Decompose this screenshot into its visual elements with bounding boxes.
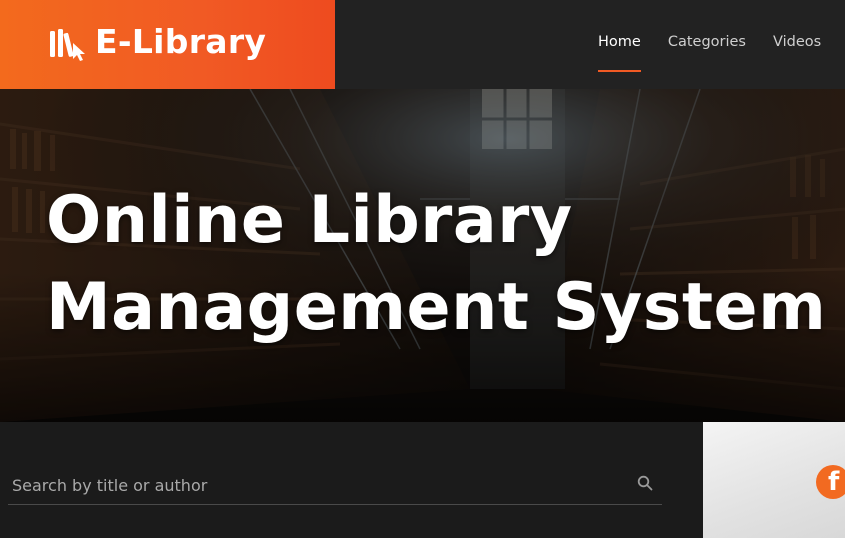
- search-icon[interactable]: [637, 475, 653, 491]
- brand-logo[interactable]: E-Library: [0, 0, 335, 89]
- facebook-icon-letter: f: [828, 467, 840, 497]
- facebook-icon[interactable]: f: [816, 465, 845, 499]
- nav-home[interactable]: Home: [598, 34, 641, 72]
- search-underline: [8, 504, 662, 505]
- hero-title-line-1: Online Library: [46, 183, 573, 258]
- hero-banner: Online Library Management System: [0, 89, 845, 422]
- hero-title: Online Library Management System: [46, 177, 826, 351]
- side-panel: f: [703, 422, 845, 538]
- search-section: [0, 422, 703, 538]
- search-input[interactable]: [10, 472, 634, 498]
- nav-categories[interactable]: Categories: [668, 34, 746, 64]
- main-nav: Home Categories Videos A: [598, 34, 845, 72]
- nav-videos[interactable]: Videos: [773, 34, 821, 64]
- books-logo-icon: [50, 29, 85, 61]
- top-navigation-bar: E-Library Home Categories Videos A: [0, 0, 845, 89]
- hero-title-line-2: Management System: [46, 270, 827, 345]
- brand-name: E-Library: [95, 22, 267, 61]
